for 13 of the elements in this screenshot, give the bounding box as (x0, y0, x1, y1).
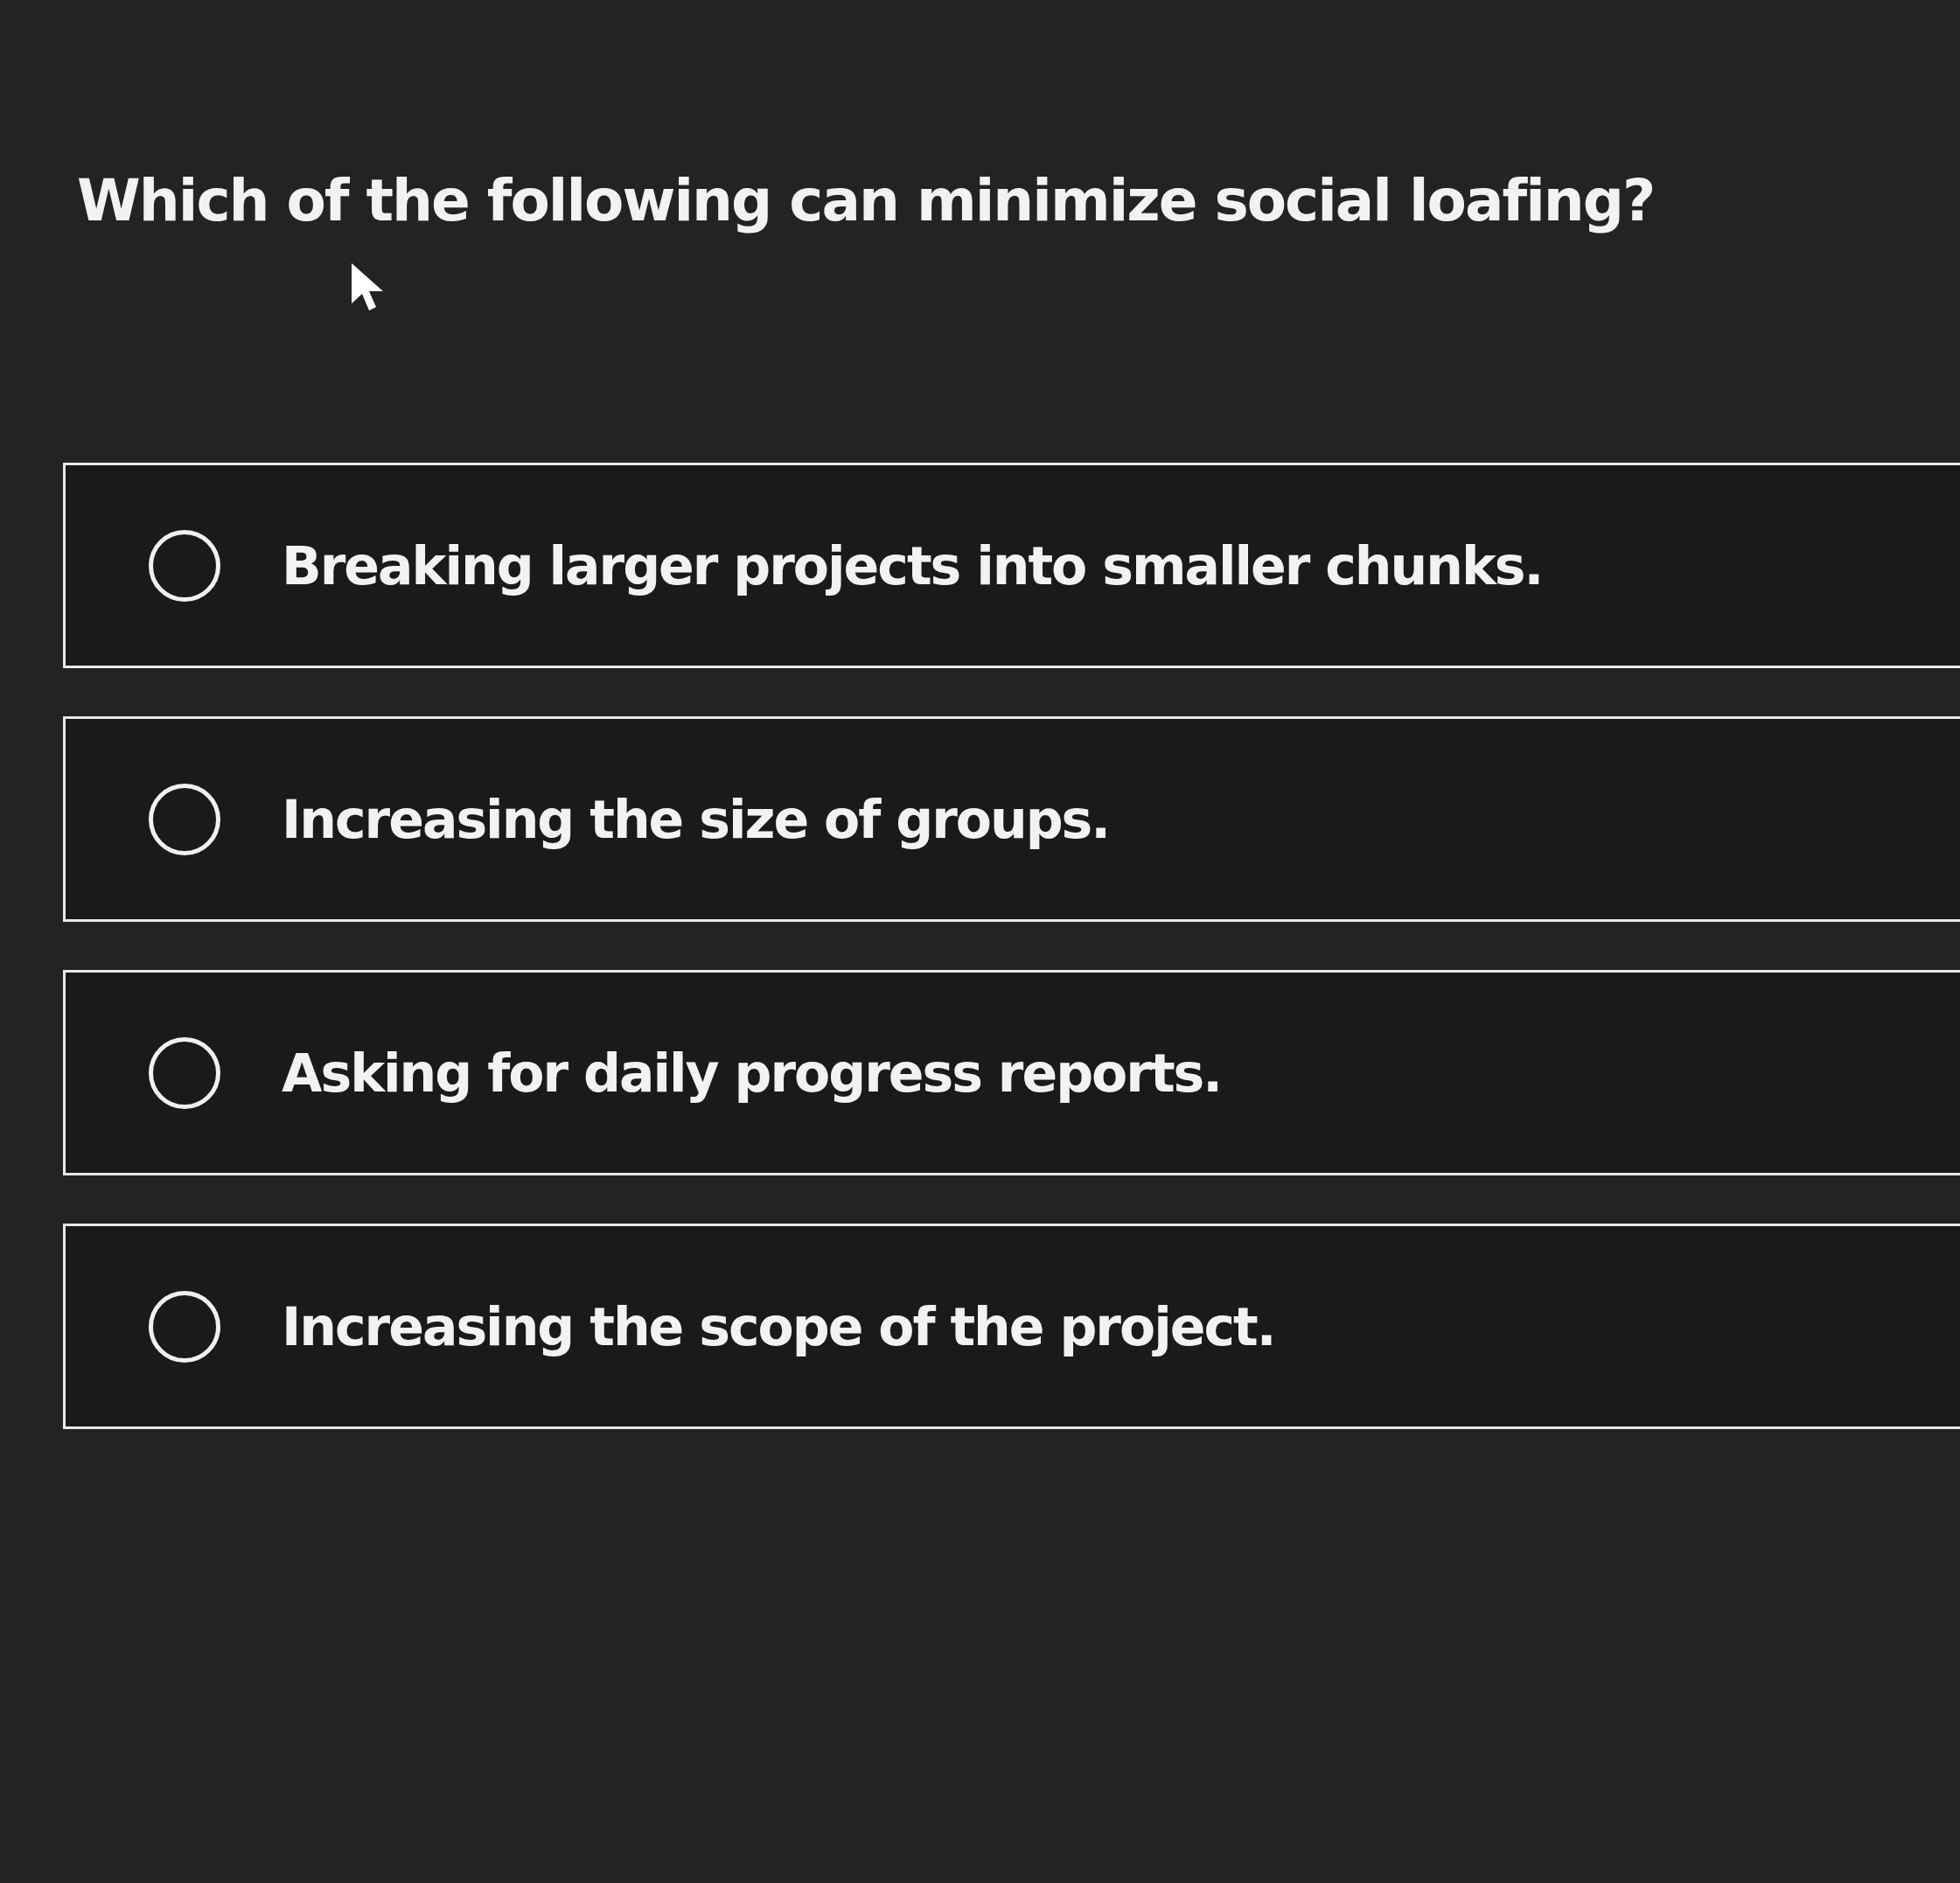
radio-button[interactable] (149, 529, 220, 602)
radio-button[interactable] (149, 783, 220, 855)
option-label: Asking for daily progress reports. (282, 1041, 1222, 1105)
answer-option[interactable]: Increasing the scope of the project. (63, 1224, 1960, 1429)
answer-option[interactable]: Asking for daily progress reports. (63, 970, 1960, 1175)
option-label: Breaking larger projects into smaller chunks. (282, 534, 1543, 598)
radio-button[interactable] (149, 1290, 220, 1363)
answer-option[interactable]: Breaking larger projects into smaller chunks. (63, 463, 1960, 668)
question-text: Which of the following can minimize social loafing? (77, 166, 1656, 236)
answer-option[interactable]: Increasing the size of groups. (63, 716, 1960, 922)
option-label: Increasing the scope of the project. (282, 1294, 1275, 1359)
option-label: Increasing the size of groups. (282, 787, 1110, 852)
radio-button[interactable] (149, 1036, 220, 1109)
